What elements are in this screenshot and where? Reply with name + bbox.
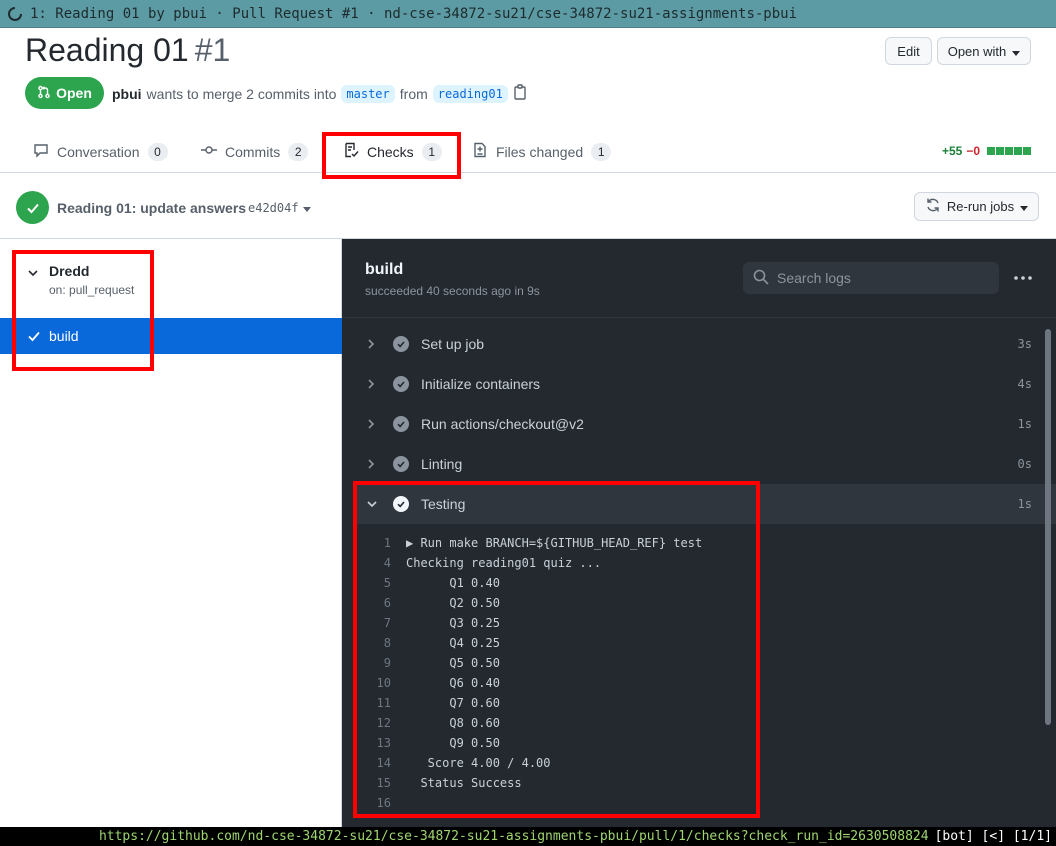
annotation-box-testing-step [353, 481, 760, 818]
step-name: Initialize containers [421, 376, 541, 392]
sync-icon [925, 197, 941, 216]
statusline-nav: [<] [981, 829, 1006, 844]
github-actions-icon [6, 5, 24, 23]
statusline-mode: [bot] [934, 829, 974, 844]
author-link[interactable]: pbui [112, 86, 142, 102]
tab-counter: 1 [591, 142, 612, 161]
tab-counter: 0 [147, 142, 168, 161]
search-logs [743, 262, 999, 294]
search-icon [753, 269, 769, 288]
statusline-position: [1/1] [1012, 829, 1052, 844]
step-run-checkout[interactable]: Run actions/checkout@v2 1s [356, 404, 1056, 444]
commit-sha: e42d04f [248, 201, 299, 215]
git-pull-request-icon [37, 85, 51, 102]
log-scrollbar[interactable] [1045, 329, 1051, 725]
statusline-url: https://github.com/nd-cse-34872-su21/cse… [98, 829, 929, 844]
window-titlebar: 1: Reading 01 by pbui · Pull Request #1 … [0, 0, 1056, 28]
pr-tabs: Conversation 0 Commits 2 Checks 1 Files … [0, 130, 1056, 173]
rerun-jobs-label: Re-run jobs [946, 199, 1015, 214]
caret-down-icon [302, 201, 311, 215]
step-name: Set up job [421, 336, 485, 352]
pr-meta: pbui wants to merge 2 commits into maste… [112, 84, 527, 103]
diffstat: +55 −0 [942, 144, 1031, 158]
diffstat-additions: +55 [941, 144, 963, 158]
step-initialize-containers[interactable]: Initialize containers 4s [356, 364, 1056, 404]
step-linting[interactable]: Linting 0s [356, 444, 1056, 484]
base-branch[interactable]: master [341, 84, 395, 103]
page-title: Reading 01 #1 [25, 32, 230, 69]
pr-number: #1 [194, 32, 231, 68]
caret-down-icon [1012, 44, 1021, 59]
commit-title[interactable]: Reading 01: update answers [57, 200, 246, 216]
copy-icon[interactable] [513, 84, 527, 103]
kebab-menu-icon[interactable] [1012, 267, 1034, 289]
chevron-right-icon [366, 338, 380, 350]
chevron-right-icon [366, 458, 380, 470]
head-branch[interactable]: reading01 [432, 84, 508, 103]
pr-title-text: Reading 01 [25, 32, 189, 68]
step-name: Linting [421, 456, 463, 472]
diffstat-blocks [987, 147, 1031, 155]
browser-statusline: https://github.com/nd-cse-34872-su21/cse… [0, 827, 1056, 846]
check-circle-icon [393, 376, 409, 392]
edit-button[interactable]: Edit [885, 37, 932, 65]
search-input[interactable] [777, 270, 987, 286]
file-diff-icon [472, 142, 488, 161]
from-text: from [399, 85, 428, 102]
job-status: succeeded 40 seconds ago in 9s [365, 284, 540, 298]
step-set-up-job[interactable]: Set up job 3s [356, 324, 1056, 364]
merge-text: wants to merge 2 commits into [146, 85, 337, 102]
tab-commits[interactable]: Commits 2 [201, 130, 309, 173]
annotation-box-checks-tab [322, 132, 461, 179]
comment-icon [33, 142, 49, 161]
open-with-label: Open with [947, 43, 1007, 59]
check-circle-icon [393, 336, 409, 352]
commit-sha-dropdown[interactable]: e42d04f [248, 201, 311, 215]
tab-files-changed[interactable]: Files changed 1 [472, 130, 612, 173]
edit-button-label: Edit [897, 43, 920, 59]
tab-conversation[interactable]: Conversation 0 [33, 130, 168, 173]
check-circle-icon [16, 191, 49, 224]
annotation-box-workflow [12, 250, 154, 371]
step-name: Run actions/checkout@v2 [421, 416, 584, 432]
tab-label: Files changed [496, 143, 584, 160]
step-duration: 4s [1017, 377, 1032, 391]
commit-icon [201, 142, 217, 161]
check-circle-icon [393, 416, 409, 432]
caret-down-icon [1020, 199, 1029, 214]
step-duration: 1s [1017, 497, 1032, 511]
tab-label: Conversation [57, 143, 140, 160]
check-circle-icon [393, 456, 409, 472]
job-title: build [365, 261, 404, 278]
chevron-right-icon [366, 378, 380, 390]
tab-counter: 2 [288, 142, 309, 161]
window-title: 1: Reading 01 by pbui · Pull Request #1 … [30, 5, 798, 22]
status-badge: Open [25, 77, 104, 109]
log-header: build succeeded 40 seconds ago in 9s [342, 239, 1056, 318]
step-duration: 3s [1017, 337, 1032, 351]
commit-row: Reading 01: update answers e42d04f Re-ru… [0, 174, 1056, 239]
rerun-jobs-button[interactable]: Re-run jobs [914, 192, 1039, 221]
tab-label: Commits [225, 143, 281, 160]
step-duration: 0s [1017, 457, 1032, 471]
chevron-right-icon [366, 418, 380, 430]
open-with-button[interactable]: Open with [937, 37, 1031, 65]
diffstat-deletions: −0 [966, 144, 980, 158]
status-badge-label: Open [56, 85, 92, 101]
step-duration: 1s [1017, 417, 1032, 431]
